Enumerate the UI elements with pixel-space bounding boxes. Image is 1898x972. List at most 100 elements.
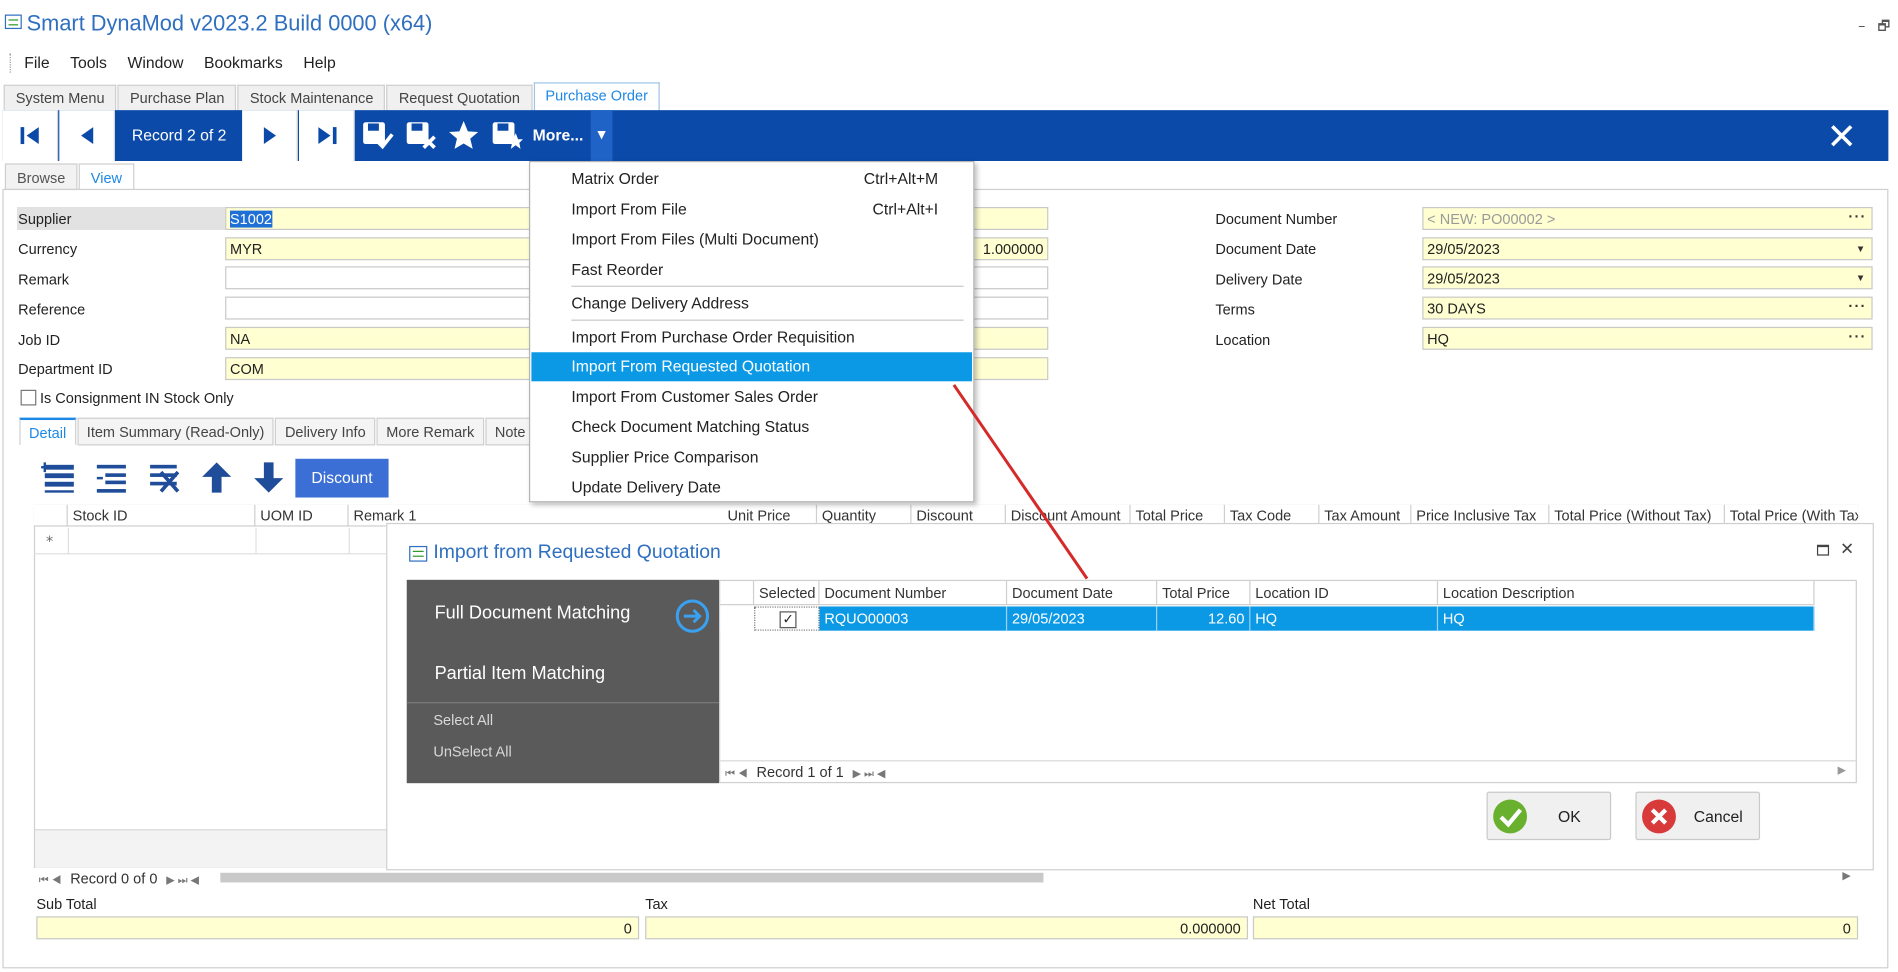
delete-row-button[interactable] bbox=[146, 460, 185, 499]
tab-system-menu[interactable]: System Menu bbox=[3, 84, 117, 112]
menu-bookmarks[interactable]: Bookmarks bbox=[204, 53, 283, 75]
currency-rate-field[interactable]: 1.000000 bbox=[968, 237, 1049, 261]
remark-field[interactable] bbox=[225, 266, 531, 290]
menu-file[interactable]: File bbox=[24, 53, 49, 75]
ellipsis-icon[interactable]: ··· bbox=[1848, 208, 1866, 225]
save-star-icon bbox=[492, 122, 523, 149]
reference-field[interactable] bbox=[225, 296, 531, 320]
more-dropdown-button[interactable]: ▼ bbox=[590, 110, 613, 161]
move-down-button[interactable] bbox=[252, 460, 291, 499]
next-record-button[interactable] bbox=[242, 110, 298, 161]
tab-browse[interactable]: Browse bbox=[4, 163, 78, 191]
prev-record-button[interactable] bbox=[59, 110, 115, 161]
tab-more-remark[interactable]: More Remark bbox=[376, 417, 484, 446]
menu-item-import-from-files[interactable]: Import From Files (Multi Document) bbox=[531, 225, 972, 254]
scroll-right-icon[interactable]: ▶ bbox=[1842, 870, 1850, 882]
ellipsis-icon[interactable]: ··· bbox=[1848, 298, 1866, 315]
ok-button[interactable]: OK bbox=[1486, 791, 1612, 841]
tab-purchase-order[interactable]: Purchase Order bbox=[533, 82, 661, 112]
last-page-icon[interactable]: ▶ ⏭ ◀ bbox=[853, 767, 886, 779]
move-up-button[interactable] bbox=[200, 460, 239, 499]
menu-help[interactable]: Help bbox=[303, 53, 335, 75]
first-record-button[interactable] bbox=[2, 110, 59, 161]
terms-field[interactable]: 30 DAYS ··· bbox=[1422, 296, 1873, 320]
menu-item-label: Check Document Matching Status bbox=[571, 417, 810, 436]
more-button[interactable]: More... bbox=[533, 110, 584, 161]
tab-purchase-plan[interactable]: Purchase Plan bbox=[117, 84, 237, 112]
ellipsis-icon[interactable]: ··· bbox=[1848, 328, 1866, 345]
menu-item-change-delivery-address[interactable]: Change Delivery Address bbox=[531, 289, 972, 318]
minimize-button[interactable]: – bbox=[1858, 17, 1865, 34]
menu-item-label: Change Delivery Address bbox=[571, 294, 749, 313]
close-dialog-icon[interactable]: ✕ bbox=[1840, 540, 1854, 559]
restore-button[interactable]: 🗗 bbox=[1877, 16, 1890, 39]
location-field[interactable]: HQ ··· bbox=[1422, 326, 1873, 350]
department-id-field[interactable]: COM bbox=[225, 357, 531, 381]
col-location-description[interactable]: Location Description bbox=[1438, 581, 1815, 606]
menu-tools[interactable]: Tools bbox=[70, 53, 107, 75]
full-document-matching-option[interactable]: Full Document Matching bbox=[435, 603, 631, 624]
tab-detail[interactable]: Detail bbox=[19, 417, 76, 446]
remark-extra-field[interactable] bbox=[968, 266, 1049, 290]
menu-item-import-from-file[interactable]: Import From File Ctrl+Alt+I bbox=[531, 195, 972, 224]
supplier-field[interactable]: S1002 bbox=[225, 206, 531, 230]
menu-window[interactable]: Window bbox=[127, 53, 183, 75]
partial-item-matching-option[interactable]: Partial Item Matching bbox=[435, 663, 606, 684]
menu-item-fast-reorder[interactable]: Fast Reorder bbox=[531, 255, 972, 284]
save-button[interactable] bbox=[357, 110, 398, 161]
menu-item-matrix-order[interactable]: Matrix Order Ctrl+Alt+M bbox=[531, 165, 972, 194]
reference-extra-field[interactable] bbox=[968, 296, 1049, 320]
document-date-field[interactable]: 29/05/2023 ▼ bbox=[1422, 237, 1873, 261]
job-description-field[interactable] bbox=[968, 326, 1049, 350]
close-document-button[interactable]: ✕ bbox=[1826, 116, 1856, 158]
add-row-button[interactable] bbox=[39, 460, 80, 499]
chevron-down-icon[interactable]: ▼ bbox=[1856, 272, 1866, 283]
menu-item-check-document-matching[interactable]: Check Document Matching Status bbox=[531, 413, 972, 442]
select-all-link[interactable]: Select All bbox=[433, 712, 493, 729]
menu-item-import-po-requisition[interactable]: Import From Purchase Order Requisition bbox=[531, 323, 972, 352]
first-page-icon[interactable]: ⏮ ◀ bbox=[725, 767, 748, 779]
save-bookmark-button[interactable] bbox=[487, 110, 528, 161]
last-record-button[interactable] bbox=[298, 110, 355, 161]
delivery-date-field[interactable]: 29/05/2023 ▼ bbox=[1422, 266, 1873, 290]
save-close-button[interactable] bbox=[401, 110, 442, 161]
table-row[interactable]: ✓ RQUO00003 29/05/2023 12.60 HQ HQ bbox=[720, 606, 1815, 631]
tab-view[interactable]: View bbox=[78, 163, 135, 191]
cancel-button[interactable]: Cancel bbox=[1635, 791, 1761, 841]
horizontal-scrollbar[interactable] bbox=[220, 872, 1044, 883]
reference-label: Reference bbox=[18, 301, 86, 319]
currency-field[interactable]: MYR bbox=[225, 237, 531, 261]
col-total-price[interactable]: Total Price bbox=[1157, 581, 1251, 606]
col-uom-id[interactable]: UOM ID bbox=[255, 504, 349, 527]
chevron-down-icon[interactable]: ▼ bbox=[1856, 243, 1866, 254]
menu-item-import-customer-sales-order[interactable]: Import From Customer Sales Order bbox=[531, 383, 972, 412]
last-page-icon[interactable]: ▶ ⏭ ◀ bbox=[166, 874, 199, 886]
first-page-icon[interactable]: ⏮ ◀ bbox=[39, 874, 62, 886]
col-selected[interactable]: Selected bbox=[754, 581, 820, 606]
menu-item-update-delivery-date[interactable]: Update Delivery Date bbox=[531, 473, 972, 502]
arrow-circle-right-icon[interactable] bbox=[674, 598, 710, 634]
unselect-all-link[interactable]: UnSelect All bbox=[433, 743, 511, 760]
consignment-checkbox[interactable] bbox=[20, 389, 37, 406]
tab-note[interactable]: Note bbox=[485, 417, 536, 446]
row-selected-checkbox[interactable]: ✓ bbox=[754, 606, 820, 631]
supplier-name-field[interactable] bbox=[968, 206, 1049, 230]
cell-location-id: HQ bbox=[1250, 606, 1439, 631]
insert-row-button[interactable] bbox=[93, 460, 132, 499]
tab-item-summary[interactable]: Item Summary (Read-Only) bbox=[77, 417, 275, 446]
col-location-id[interactable]: Location ID bbox=[1250, 581, 1439, 606]
app-icon bbox=[4, 14, 22, 30]
tab-delivery-info[interactable]: Delivery Info bbox=[275, 417, 376, 446]
col-stock-id[interactable]: Stock ID bbox=[68, 504, 256, 527]
scroll-right-icon[interactable]: ▶ bbox=[1838, 765, 1846, 777]
job-id-field[interactable]: NA bbox=[225, 326, 531, 350]
tab-stock-maintenance[interactable]: Stock Maintenance bbox=[237, 84, 386, 112]
menu-item-supplier-price-comparison[interactable]: Supplier Price Comparison bbox=[531, 443, 972, 472]
discount-button[interactable]: Discount bbox=[295, 458, 389, 498]
tab-request-quotation[interactable]: Request Quotation bbox=[386, 84, 533, 112]
maximize-dialog-icon[interactable] bbox=[1816, 544, 1830, 556]
new-row[interactable]: * bbox=[33, 527, 387, 555]
document-number-field[interactable]: < NEW: PO00002 > ··· bbox=[1422, 206, 1873, 230]
menu-item-import-requested-quotation[interactable]: Import From Requested Quotation bbox=[531, 352, 973, 382]
bookmark-button[interactable] bbox=[444, 110, 483, 161]
